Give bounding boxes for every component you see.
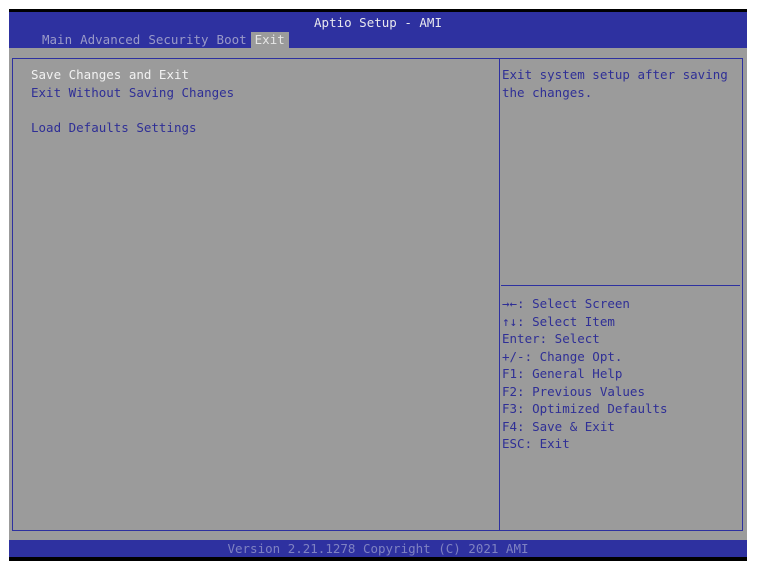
tab-security[interactable]: Security xyxy=(144,32,212,48)
key-hint: →←: Select Screen xyxy=(502,296,630,311)
menu-item-exit-without-saving[interactable]: Exit Without Saving Changes xyxy=(31,85,234,100)
tab-advanced[interactable]: Advanced xyxy=(76,32,144,48)
help-panel: Exit system setup after saving the chang… xyxy=(499,58,743,531)
key-hint: Enter: Select xyxy=(502,331,600,346)
footer-version: Version 2.21.1278 Copyright (C) 2021 AMI xyxy=(9,540,747,557)
header: Aptio Setup - AMI Main Advanced Security… xyxy=(9,12,747,48)
menu-item-load-defaults[interactable]: Load Defaults Settings xyxy=(31,120,197,135)
key-hint: ↑↓: Select Item xyxy=(502,313,615,329)
menu-item-save-changes-and-exit[interactable]: Save Changes and Exit xyxy=(31,67,189,82)
divider xyxy=(501,285,740,286)
menu-panel: Save Changes and Exit Exit Without Savin… xyxy=(12,58,500,531)
key-hint: F4: Save & Exit xyxy=(502,418,615,434)
main-body: Save Changes and Exit Exit Without Savin… xyxy=(9,48,747,540)
key-hint: ESC: Exit xyxy=(502,436,570,451)
key-legend: →←: Select Screen ↑↓: Select Item Enter:… xyxy=(502,295,668,453)
tab-main[interactable]: Main xyxy=(38,32,76,48)
key-hint: F2: Previous Values xyxy=(502,383,645,399)
tab-exit[interactable]: Exit xyxy=(250,32,289,48)
key-hint: F1: General Help xyxy=(502,366,623,381)
key-hint: F3: Optimized Defaults xyxy=(502,401,668,416)
app-title: Aptio Setup - AMI xyxy=(314,15,442,30)
help-text: Exit system setup after saving the chang… xyxy=(502,67,728,100)
tab-boot[interactable]: Boot xyxy=(213,32,251,48)
tab-bar: Main Advanced Security Boot Exit xyxy=(38,32,289,48)
key-hint: +/-: Change Opt. xyxy=(502,348,623,364)
